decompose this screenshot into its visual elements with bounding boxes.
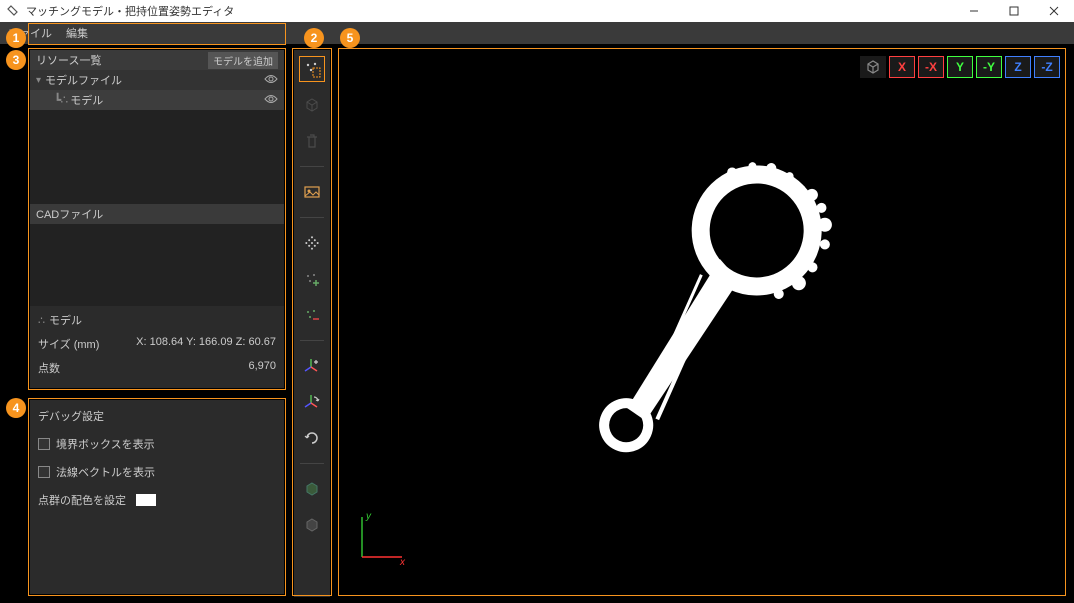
resource-title: リソース一覧 bbox=[36, 52, 101, 68]
debug-bbox-row[interactable]: 境界ボックスを表示 bbox=[30, 430, 284, 458]
tool-image-icon[interactable] bbox=[299, 179, 325, 205]
view-nx-button[interactable]: -X bbox=[918, 56, 944, 78]
view-x-button[interactable]: X bbox=[889, 56, 915, 78]
callout-1: 1 bbox=[6, 28, 26, 48]
debug-normals-row[interactable]: 法線ベクトルを表示 bbox=[30, 458, 284, 486]
tool-grid-icon[interactable] bbox=[299, 230, 325, 256]
debug-header: デバッグ設定 bbox=[30, 400, 284, 430]
axis-x-label: x bbox=[399, 557, 406, 567]
toolbar bbox=[294, 50, 330, 597]
tree-model-file-label: モデルファイル bbox=[45, 72, 122, 88]
visibility-icon[interactable] bbox=[264, 94, 278, 107]
info-points-row: 点数 6,970 bbox=[38, 356, 276, 380]
view-cube-icon[interactable] bbox=[860, 56, 886, 78]
window-controls bbox=[954, 0, 1074, 22]
empty-area-cad bbox=[30, 224, 284, 306]
tool-axis-add-icon[interactable] bbox=[299, 353, 325, 379]
view-buttons: X -X Y -Y Z -Z bbox=[860, 56, 1060, 78]
view-nz-button[interactable]: -Z bbox=[1034, 56, 1060, 78]
tool-cube-icon[interactable] bbox=[299, 92, 325, 118]
points-icon: ∴ bbox=[38, 314, 45, 327]
debug-color-row[interactable]: 点群の配色を設定 bbox=[30, 486, 284, 514]
tool-delete-icon[interactable] bbox=[299, 128, 325, 154]
debug-normals-label: 法線ベクトルを表示 bbox=[56, 464, 155, 480]
debug-color-label: 点群の配色を設定 bbox=[38, 492, 126, 508]
info-points-label: 点数 bbox=[38, 360, 60, 376]
axis-y-label: y bbox=[365, 511, 372, 522]
callout-3: 3 bbox=[6, 50, 26, 70]
tree-model-file[interactable]: ▾ モデルファイル bbox=[30, 70, 284, 90]
tree-model-label: モデル bbox=[70, 92, 103, 108]
view-ny-button[interactable]: -Y bbox=[976, 56, 1002, 78]
tool-axis-rotate-icon[interactable] bbox=[299, 389, 325, 415]
viewport-3d[interactable]: X -X Y -Y Z -Z y x bbox=[340, 50, 1066, 597]
minimize-button[interactable] bbox=[954, 0, 994, 22]
menu-bar: ファイル 編集 bbox=[0, 22, 1074, 44]
info-size-label: サイズ (mm) bbox=[38, 336, 99, 352]
info-size-row: サイズ (mm) X: 108.64 Y: 166.09 Z: 60.67 bbox=[38, 332, 276, 356]
visibility-icon[interactable] bbox=[264, 74, 278, 87]
callout-5: 5 bbox=[340, 28, 360, 48]
maximize-button[interactable] bbox=[994, 0, 1034, 22]
info-model-label: モデル bbox=[49, 312, 82, 328]
tool-add-point-icon[interactable] bbox=[299, 266, 325, 292]
callout-4: 4 bbox=[6, 398, 26, 418]
info-model-name: ∴ モデル bbox=[38, 312, 276, 328]
model-pointcloud bbox=[543, 131, 863, 516]
debug-panel: デバッグ設定 境界ボックスを表示 法線ベクトルを表示 点群の配色を設定 bbox=[30, 400, 284, 594]
toolbar-divider bbox=[300, 166, 324, 167]
empty-area bbox=[30, 110, 284, 204]
tool-rotate-icon[interactable] bbox=[299, 425, 325, 451]
tool-hexagon-grey-icon[interactable] bbox=[299, 512, 325, 538]
checkbox-bbox[interactable] bbox=[38, 438, 50, 450]
resource-header: リソース一覧 モデルを追加 bbox=[30, 50, 284, 70]
app-icon bbox=[6, 4, 20, 18]
tree-icon: ▾ bbox=[36, 75, 41, 86]
resource-panel: リソース一覧 モデルを追加 ▾ モデルファイル ┗ ∴ モデル CADファイル … bbox=[30, 50, 284, 388]
window-title: マッチングモデル・把持位置姿勢エディタ bbox=[26, 3, 234, 19]
view-y-button[interactable]: Y bbox=[947, 56, 973, 78]
add-model-button[interactable]: モデルを追加 bbox=[208, 52, 278, 69]
title-bar: マッチングモデル・把持位置姿勢エディタ bbox=[0, 0, 1074, 22]
color-swatch[interactable] bbox=[136, 494, 156, 506]
tree-model[interactable]: ┗ ∴ モデル bbox=[30, 90, 284, 110]
view-z-button[interactable]: Z bbox=[1005, 56, 1031, 78]
toolbar-divider bbox=[300, 217, 324, 218]
info-points-value: 6,970 bbox=[248, 360, 276, 376]
tool-select-icon[interactable] bbox=[299, 56, 325, 82]
tool-hexagon-green-icon[interactable] bbox=[299, 476, 325, 502]
checkbox-normals[interactable] bbox=[38, 466, 50, 478]
close-button[interactable] bbox=[1034, 0, 1074, 22]
toolbar-divider bbox=[300, 463, 324, 464]
points-icon: ┗ ∴ bbox=[54, 93, 66, 107]
tool-remove-point-icon[interactable] bbox=[299, 302, 325, 328]
debug-bbox-label: 境界ボックスを表示 bbox=[56, 436, 155, 452]
callout-2: 2 bbox=[304, 28, 324, 48]
menu-edit[interactable]: 編集 bbox=[66, 25, 88, 41]
axis-gizmo: y x bbox=[352, 507, 412, 567]
model-info: ∴ モデル サイズ (mm) X: 108.64 Y: 166.09 Z: 60… bbox=[30, 306, 284, 386]
toolbar-divider bbox=[300, 340, 324, 341]
cad-file-label: CADファイル bbox=[36, 206, 103, 222]
info-size-value: X: 108.64 Y: 166.09 Z: 60.67 bbox=[136, 336, 276, 352]
cad-file-header: CADファイル bbox=[30, 204, 284, 224]
